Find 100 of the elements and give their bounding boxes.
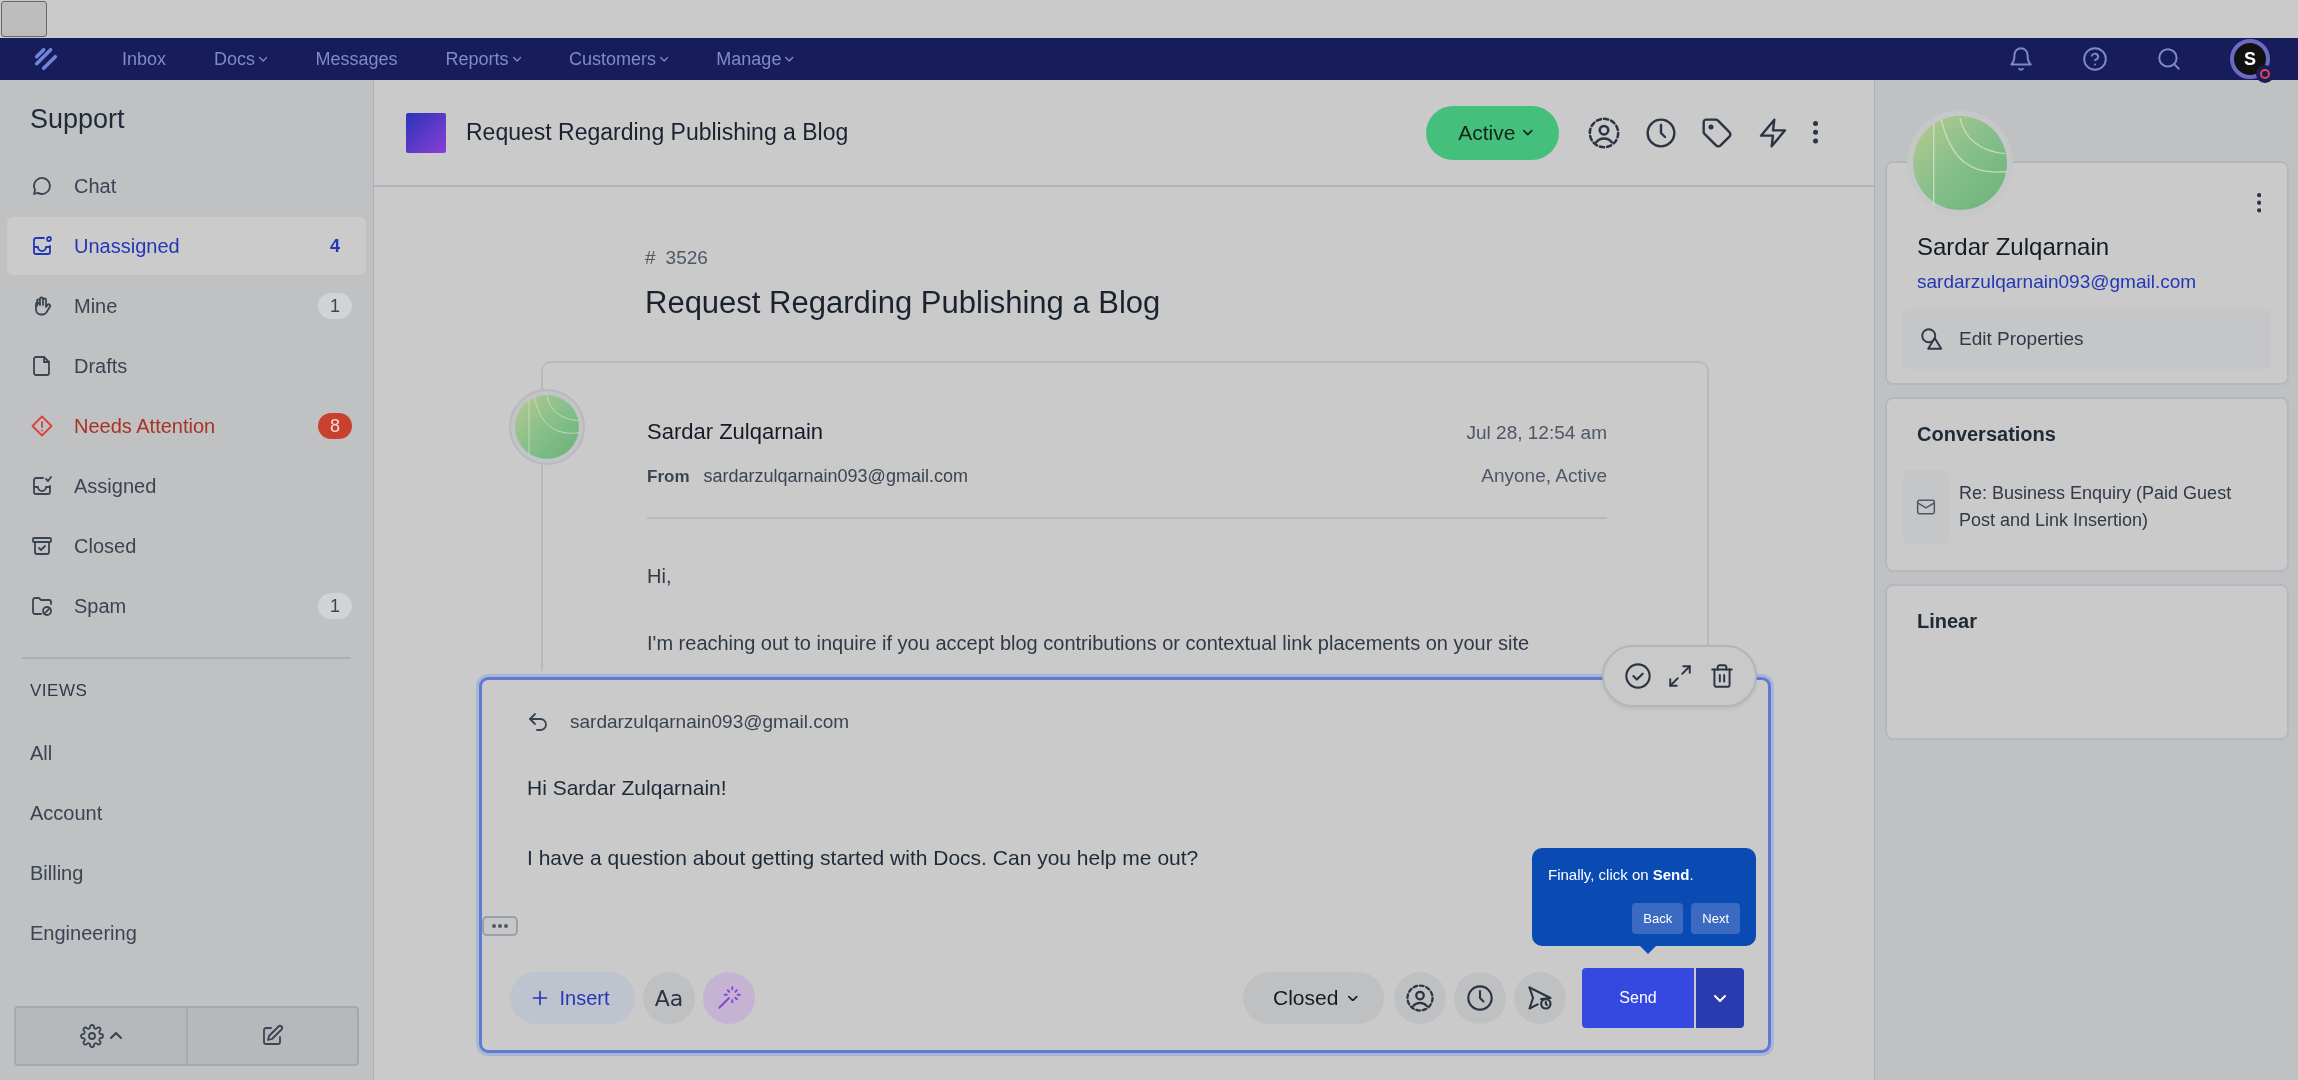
trash-icon [1709, 663, 1736, 689]
count-label: 4 [329, 234, 341, 258]
sidebar-title: Support [30, 104, 126, 135]
show-more-button[interactable] [482, 916, 518, 936]
clock-icon [1645, 116, 1677, 149]
caret-icon [659, 56, 669, 62]
view-item[interactable]: Engineering [7, 903, 366, 963]
assigned-icon [30, 474, 54, 498]
expand-icon [1667, 663, 1694, 689]
send-later-button[interactable] [1514, 972, 1566, 1024]
sidebar-item[interactable]: Chat [7, 157, 366, 215]
customer-email[interactable]: sardarzulqarnain093@gmail.com [1917, 271, 2271, 293]
avatar-drawing [515, 395, 579, 459]
card-heading: Linear [1917, 610, 1979, 633]
nav-menu-item[interactable]: Docs [190, 48, 292, 70]
nav-menu-item[interactable]: Manage [692, 48, 818, 70]
caret-icon [1348, 994, 1358, 1002]
sender-name: Sardar Zulqarnain [647, 419, 824, 445]
sidebar-item[interactable]: Spam 1 [7, 577, 366, 635]
send-later-icon [1526, 984, 1554, 1012]
view-item[interactable]: Billing [7, 843, 366, 903]
state-dropdown[interactable]: Closed [1243, 972, 1384, 1024]
more-icon [2256, 193, 2261, 213]
card-heading: Conversations [1917, 423, 2057, 446]
expand-button[interactable] [1667, 663, 1694, 689]
chat-icon [30, 174, 54, 198]
tour-nav-button[interactable]: Back [1632, 903, 1684, 934]
conversation-heading: Request Regarding Publishing a Blog [645, 285, 1162, 321]
notifications-bell-icon[interactable] [2008, 46, 2034, 72]
conversation-item[interactable]: Re: Business Enquiry (Paid Guest Post and Link Insertion) [1903, 470, 2271, 544]
caret-icon [512, 56, 521, 62]
send-button[interactable]: Send [1582, 968, 1694, 1028]
attention-icon [30, 414, 54, 438]
tag-icon [1701, 116, 1733, 149]
settings-icon [79, 1024, 104, 1048]
caret-icon [1714, 994, 1726, 1002]
view-item[interactable]: Account [7, 783, 366, 843]
text-format-button[interactable]: Aa [643, 972, 695, 1024]
count-badge: 1 [318, 293, 352, 319]
unassigned-icon [30, 234, 54, 258]
views-heading: VIEWS [30, 681, 89, 701]
reply-text: I have a question about getting started with Docs. Can you help me out? [527, 846, 1200, 870]
person-icon [1405, 983, 1435, 1013]
sidebar-item[interactable]: Drafts [7, 337, 366, 395]
caret-icon [109, 1032, 122, 1040]
check-circle-icon [1623, 662, 1652, 690]
sidebar-item[interactable]: Closed [7, 517, 366, 575]
sidebar-item[interactable]: Unassigned 4 [7, 217, 366, 275]
sidebar-item[interactable]: Mine 1 [7, 277, 366, 335]
insert-button[interactable]: Insert [510, 972, 635, 1024]
message-paragraph: Hi, [647, 565, 673, 588]
check-button[interactable] [1623, 662, 1652, 690]
window-button[interactable] [1, 1, 47, 37]
recipient-email: sardarzulqarnain093@gmail.com [570, 711, 850, 733]
conversation-title: Request Regarding Publishing a Blog [466, 119, 850, 146]
magic-wand-icon [716, 985, 742, 1011]
caret-icon [259, 56, 268, 62]
edit-properties-button[interactable]: Edit Properties [1903, 309, 2271, 369]
clock-icon [1466, 984, 1494, 1012]
caret-icon [1523, 129, 1533, 136]
closed-icon [30, 534, 54, 558]
person-icon [1587, 115, 1621, 150]
count-badge: 1 [318, 593, 352, 619]
nav-menu-item[interactable]: Customers [544, 48, 693, 70]
lightning-icon [1757, 116, 1789, 149]
reply-composer[interactable]: sardarzulqarnain093@gmail.com Hi Sardar Zulqarnain! I have a question about getting started with Docs. Can you help me out? Finally, click on Send. Back Next Insert Aa Closed Send [479, 677, 1771, 1053]
conversation-logo-icon [406, 112, 446, 153]
envelope-icon [1916, 497, 1936, 517]
nav-menu-item[interactable]: Inbox [98, 48, 191, 70]
reply-text: Hi Sardar Zulqarnain! [527, 776, 728, 800]
tour-nav-button[interactable]: Next [1691, 903, 1740, 934]
assignment-status: Anyone, Active [1481, 465, 1607, 487]
app-logo-icon[interactable] [32, 45, 60, 73]
ai-wand-button[interactable] [703, 972, 755, 1024]
tooltip-text: Finally, click on Send. [1548, 866, 1695, 883]
count-badge: 8 [318, 413, 352, 439]
ticket-number: # 3526 [645, 247, 709, 269]
sidebar-item[interactable]: Assigned [7, 457, 366, 515]
view-item[interactable]: All [7, 723, 366, 783]
shapes-icon [1919, 326, 1945, 352]
message-paragraph: I'm reaching out to inquire if you accept blog contributions or contextual link placements on your site [647, 632, 1531, 655]
more-options-button[interactable] [2256, 193, 2261, 213]
delete-button[interactable] [1709, 663, 1736, 689]
help-icon[interactable] [2082, 46, 2108, 72]
message-time: Jul 28, 12:54 am [1466, 422, 1607, 444]
sidebar-item[interactable]: Needs Attention 8 [7, 397, 366, 455]
caret-icon [785, 56, 794, 62]
search-icon[interactable] [2156, 46, 2182, 72]
nav-menu-item[interactable]: Reports [421, 48, 545, 70]
nav-menu-item[interactable]: Messages [291, 48, 422, 70]
spam-icon [30, 594, 54, 618]
assign-button[interactable] [1394, 972, 1446, 1024]
compose-icon [260, 1024, 285, 1048]
customer-name: Sardar Zulqarnain [1917, 233, 2111, 261]
more-icon [1813, 121, 1818, 144]
status-dropdown[interactable]: Active [1426, 105, 1559, 160]
tooltip-pointer [1640, 946, 1656, 954]
reply-icon [526, 710, 550, 734]
snooze-button[interactable] [1454, 972, 1506, 1024]
sender-email: From sardarzulqarnain093@gmail.com [647, 466, 968, 487]
